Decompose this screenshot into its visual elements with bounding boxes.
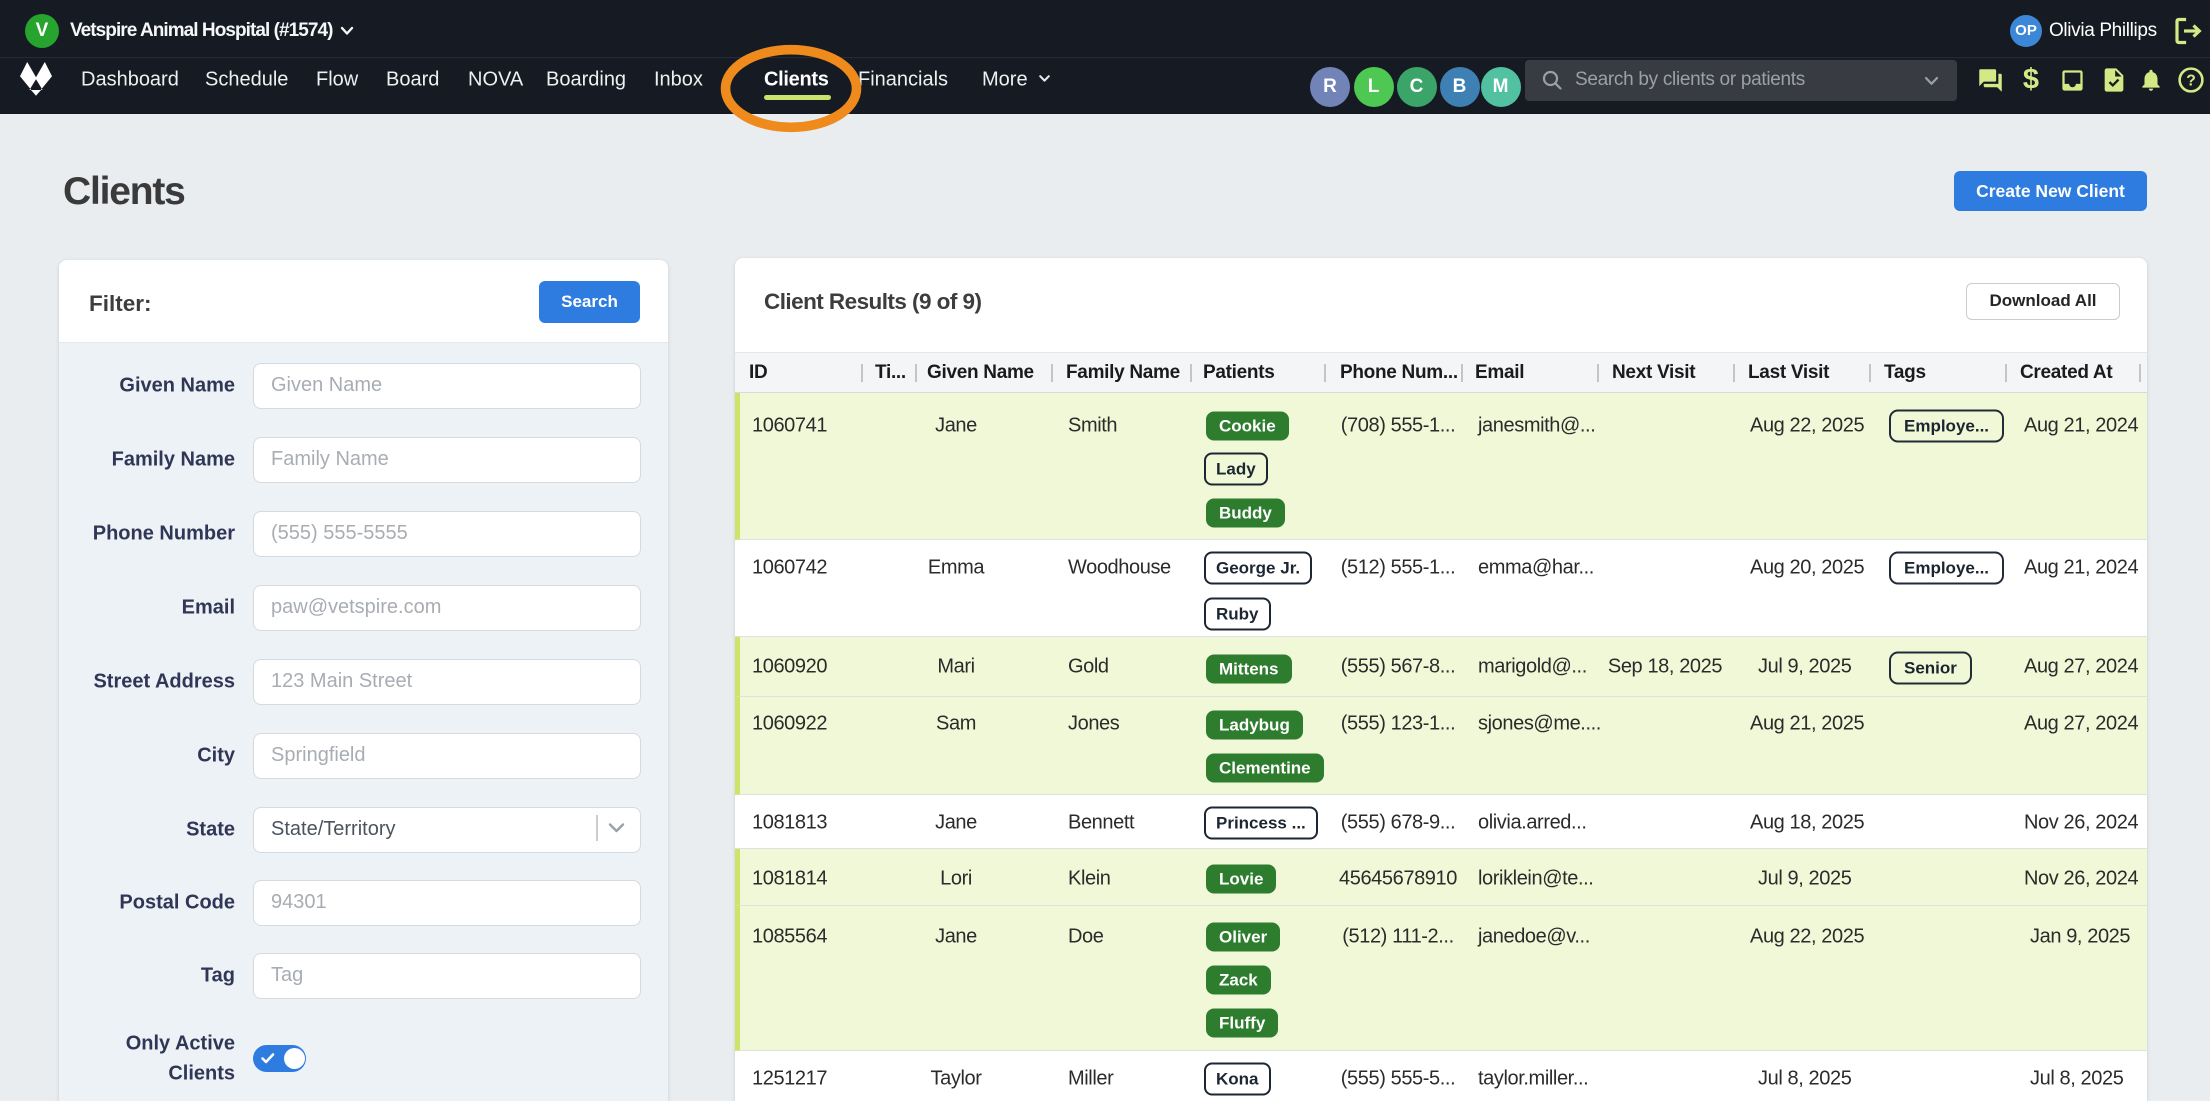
svg-text:?: ? [2186,72,2196,89]
